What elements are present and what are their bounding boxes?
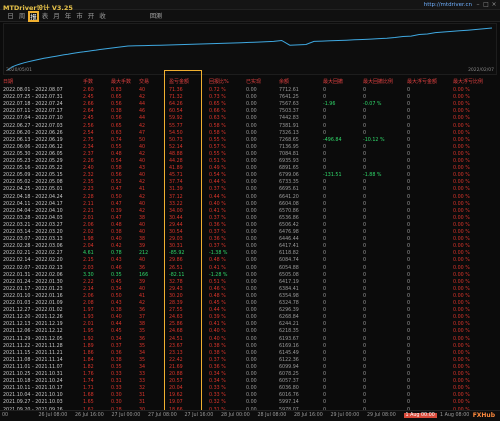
toolbar-button[interactable]: 日 — [6, 12, 15, 21]
equity-line — [7, 27, 493, 71]
column-header[interactable]: 日期 — [3, 78, 13, 86]
time-tick-label: 26 Jul 08:00 — [38, 413, 68, 418]
column-header[interactable]: 最大回撤比例 — [363, 78, 393, 86]
time-tick-label: 1 Aug 00:00 — [403, 413, 437, 418]
equity-chart: 2020/05/01 2022/02/07 — [3, 23, 497, 75]
minimize-icon[interactable]: – — [474, 1, 482, 9]
time-tick-label: 27 Jul 00:00 — [111, 413, 141, 418]
time-tick-label: 28 Jul 16:00 — [294, 413, 323, 418]
toolbar-button[interactable]: 市 — [75, 12, 84, 21]
column-header[interactable]: 余额 — [279, 78, 289, 86]
time-tick-label: 29 Jul 08:00 — [367, 413, 396, 418]
time-tick-label: 28 Jul 00:00 — [221, 413, 250, 418]
toolbar-button[interactable]: 收 — [98, 12, 107, 21]
toolbar-button[interactable]: 年 — [64, 12, 73, 21]
time-axis: FXHub 00 26 Jul 08:00 26 Jul 16:00 27 Jul 0… — [0, 410, 500, 421]
chart-start-date: 2020/05/01 — [6, 68, 32, 73]
column-header[interactable]: 回报比% — [209, 78, 229, 86]
equity-curve — [7, 27, 493, 71]
toolbar-button[interactable]: 报 — [29, 11, 38, 21]
toolbar-button[interactable]: 月 — [52, 12, 61, 21]
time-tick-label: 1 Aug 08:00 — [440, 413, 470, 418]
column-header[interactable]: 最大浮亏金额 — [407, 78, 437, 86]
time-tick-label: 00 — [2, 413, 9, 418]
column-header[interactable]: 最大回撤 — [323, 78, 343, 86]
column-header[interactable]: 已实现 — [246, 78, 261, 86]
column-header[interactable]: 最大浮亏比例 — [453, 78, 483, 86]
chart-end-date: 2022/02/07 — [468, 68, 494, 73]
time-tick-label: 27 Jul 16:00 — [184, 413, 214, 418]
column-header[interactable]: 手数 — [83, 78, 93, 86]
time-tick-label: 27 Jul 08:00 — [148, 413, 177, 418]
toolbar-label: 回测 — [149, 12, 162, 20]
toolbar-button[interactable]: 周 — [18, 12, 27, 21]
column-header[interactable]: 交易 — [139, 78, 149, 86]
toolbar-button[interactable]: 开 — [87, 12, 96, 21]
column-header[interactable]: 最大手数 — [111, 78, 131, 86]
toolbar-button[interactable]: 表 — [41, 12, 50, 21]
time-tick-label: 26 Jul 16:00 — [75, 413, 104, 418]
toolbar: 日周报表月年市开收 回测 — [0, 10, 500, 22]
watermark-logo: FXHub — [472, 412, 495, 419]
column-header[interactable]: 盈亏金额 — [169, 78, 189, 86]
maximize-icon[interactable]: □ — [482, 1, 490, 9]
time-tick-label: 28 Jul 08:00 — [257, 413, 287, 418]
close-icon[interactable]: × — [490, 1, 498, 9]
title-bar: MTDriver设计 V3.25 http://mtdriver.cn – □ … — [0, 0, 500, 12]
site-link[interactable]: http://mtdriver.cn — [424, 2, 472, 8]
time-tick-label: 29 Jul 00:00 — [330, 413, 360, 418]
